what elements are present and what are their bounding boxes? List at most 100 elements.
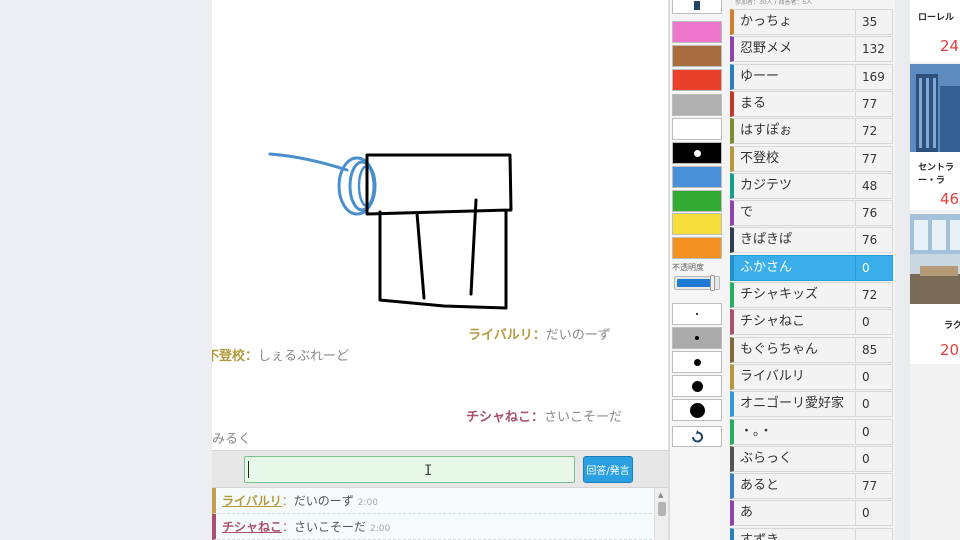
send-answer-button[interactable]: 回答/発言 <box>583 456 633 483</box>
ad-title: ラク <box>944 321 960 331</box>
player-row[interactable]: はすぽぉ 72 <box>730 118 893 145</box>
player-score: 169 <box>856 63 893 90</box>
player-name: はすぽぉ <box>730 118 856 145</box>
color-swatch-orange[interactable] <box>672 237 722 259</box>
brush-size-2-selected[interactable] <box>672 327 722 349</box>
scroll-thumb[interactable] <box>658 502 666 516</box>
color-swatch-brown[interactable] <box>672 45 722 67</box>
overlay-sep: ： <box>532 328 546 343</box>
overlay-name: ライバルリ <box>468 328 533 343</box>
player-name: ぶらっく <box>730 445 856 472</box>
undo-button[interactable] <box>672 426 722 447</box>
player-row[interactable]: ふかさん 0 <box>730 254 893 282</box>
player-score: 72 <box>856 118 893 145</box>
color-swatch-white[interactable] <box>672 118 722 140</box>
ad-card[interactable]: ラク 206 <box>910 214 960 364</box>
player-name: あ <box>730 500 856 527</box>
color-swatch-black-selected[interactable] <box>672 142 722 164</box>
brush-size-4[interactable] <box>672 375 722 397</box>
player-score: 0 <box>856 500 893 527</box>
opacity-handle[interactable] <box>709 275 715 291</box>
chat-log-sep: ： <box>282 520 295 534</box>
player-score <box>856 527 893 540</box>
overlay-message: ライバルリ：だいのーず <box>468 324 611 343</box>
player-row[interactable]: あ0 <box>730 500 893 527</box>
player-row[interactable]: すずき <box>730 527 893 540</box>
color-swatch-green[interactable] <box>672 190 722 212</box>
overlay-sep: ： <box>245 349 259 364</box>
ad-column: ローレル 248 セントラ ー・ラ 462 ラク 206 <box>910 0 960 540</box>
chat-log-row: チシャねこ：さいこそーだ 2:00 <box>212 514 652 540</box>
player-row[interactable]: 不登校 77 <box>730 145 893 173</box>
player-score: 48 <box>856 172 893 199</box>
clear-canvas-button[interactable] <box>672 0 722 14</box>
ad-room-image <box>910 214 960 304</box>
player-row[interactable]: オニゴーリ愛好家 0 <box>730 391 893 418</box>
player-row[interactable]: ・。・ 0 <box>730 418 893 446</box>
player-score: 35 <box>856 9 893 35</box>
player-row[interactable]: きぱきぱ 76 <box>730 227 893 254</box>
player-name: ライバルリ <box>730 363 856 390</box>
chat-log-name[interactable]: ライバルリ <box>222 494 282 508</box>
chat-log-row: ライバルリ：だいのーず 2:00 <box>212 488 652 514</box>
player-score: 77 <box>856 90 893 117</box>
undo-icon <box>692 429 703 442</box>
player-name: すずき <box>730 527 856 540</box>
player-row[interactable]: チシャキッズ 72 <box>730 282 893 309</box>
player-score: 76 <box>856 200 893 227</box>
player-score: 77 <box>856 145 893 172</box>
player-name: かっちょ <box>730 9 856 35</box>
overlay-text: だいのーず <box>545 328 611 343</box>
color-swatch-red[interactable] <box>672 69 722 91</box>
player-name: 不登校 <box>730 145 856 172</box>
player-row[interactable]: もぐらちゃん 85 <box>730 336 893 364</box>
player-row[interactable]: で 76 <box>730 200 893 227</box>
ad-title: ローレル <box>918 13 955 23</box>
ad-card[interactable]: ローレル 248 <box>910 0 960 62</box>
brush-dot-icon <box>689 402 705 418</box>
sketch-blue-line <box>268 152 349 172</box>
chat-log-text: だいのーず <box>293 494 354 508</box>
color-swatch-yellow[interactable] <box>672 213 722 235</box>
color-swatch-blue[interactable] <box>672 166 722 188</box>
player-list: 参加者：30人 / 回答者：5人 かっちょ 35 忍野メメ 132 ゆーー 169 まる 77… <box>725 0 895 540</box>
player-name: きぱきぱ <box>730 227 856 254</box>
brush-size-3[interactable] <box>672 351 722 373</box>
scroll-up-icon[interactable]: ▲ <box>658 491 663 499</box>
player-score: 0 <box>856 309 893 336</box>
chat-log-time: 2:00 <box>357 498 379 508</box>
brush-dot-icon <box>695 336 699 340</box>
player-row[interactable]: 忍野メメ 132 <box>730 36 893 63</box>
player-row[interactable]: あると 77 <box>730 473 893 500</box>
ad-title: セントラ <box>918 163 955 173</box>
player-row[interactable]: ぶらっく 0 <box>730 445 893 473</box>
chat-log-scrollbar[interactable]: ▲ <box>654 488 668 540</box>
brush-size-1[interactable] <box>672 303 722 325</box>
chat-log-name[interactable]: チシャねこ <box>222 520 282 534</box>
answer-input[interactable] <box>244 456 575 483</box>
opacity-fill <box>677 279 713 287</box>
player-row[interactable]: かっちょ 35 <box>730 9 893 36</box>
drawing-canvas[interactable]: ライバルリ：だいのーず 不登校：しぇるぶれーど チシャねこ：さいこそーだ みるく <box>212 0 668 450</box>
player-row[interactable]: ライバルリ 0 <box>730 363 893 391</box>
opacity-slider[interactable] <box>674 275 720 291</box>
sketch-line-a <box>415 211 426 300</box>
ad-card[interactable]: セントラ ー・ラ 462 <box>910 64 960 210</box>
text-caret <box>248 461 249 478</box>
player-row[interactable]: チシャねこ 0 <box>730 309 893 336</box>
sketch-box-top <box>365 153 513 216</box>
overlay-message: みるく <box>212 428 251 447</box>
ad-price: 248 <box>940 37 960 55</box>
player-name: チシャキッズ <box>730 282 856 308</box>
player-score: 0 <box>856 391 893 418</box>
sketch-line-b <box>469 198 478 296</box>
player-row[interactable]: ゆーー 169 <box>730 63 893 91</box>
color-swatch-gray[interactable] <box>672 94 722 116</box>
chat-log: ライバルリ：だいのーず 2:00 チシャねこ：さいこそーだ 2:00 ▲ <box>212 488 668 540</box>
player-row[interactable]: まる 77 <box>730 90 893 118</box>
overlay-message: 不登校：しぇるぶれーど <box>212 345 349 364</box>
brush-size-5[interactable] <box>672 399 722 421</box>
right-gutter <box>895 0 910 540</box>
color-swatch-pink[interactable] <box>672 21 722 43</box>
player-row[interactable]: カジテツ 48 <box>730 172 893 200</box>
